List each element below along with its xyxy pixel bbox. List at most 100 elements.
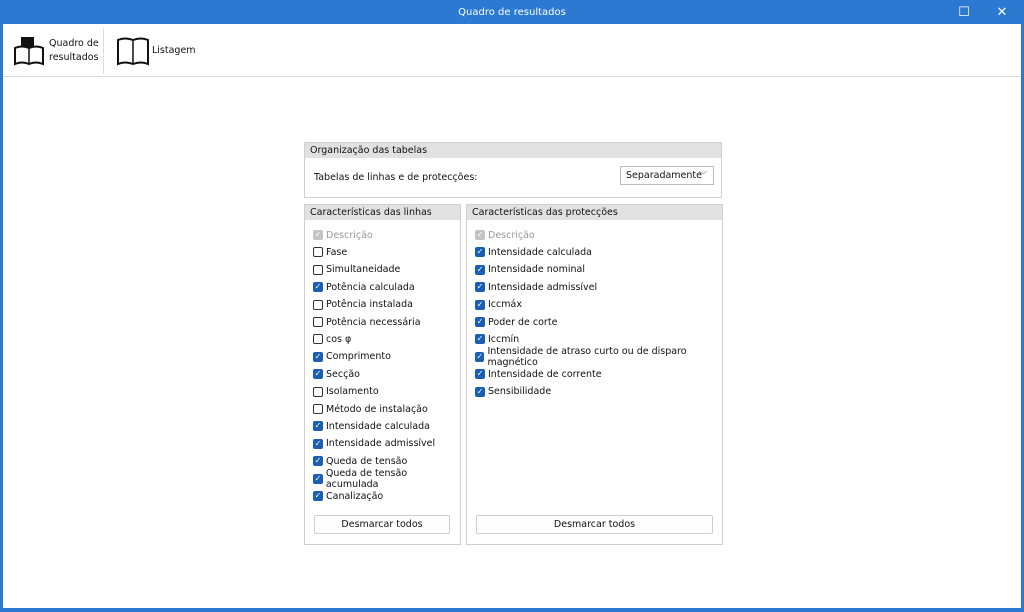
- checkbox-checked-icon[interactable]: ✓: [475, 247, 485, 258]
- checkbox-label: Fase: [326, 246, 348, 258]
- checkbox-lines-item[interactable]: Simultaneidade: [313, 263, 400, 277]
- select-value: Separadamente: [626, 170, 702, 181]
- toolbar-listagem[interactable]: Listagem: [116, 28, 196, 74]
- checkbox-checked-icon[interactable]: ✓: [475, 369, 485, 380]
- checkbox-label: Sensibilidade: [488, 386, 552, 398]
- checkbox-label: Iccmáx: [488, 299, 522, 311]
- checkbox-checked-icon[interactable]: ✓: [313, 491, 323, 501]
- checkbox-label: Descrição: [488, 229, 535, 241]
- checkbox-unchecked-icon[interactable]: [313, 299, 323, 310]
- checkbox-checked-icon[interactable]: ✓: [475, 264, 485, 275]
- checkbox-checked-icon[interactable]: ✓: [475, 299, 485, 310]
- toolbar-divider: [103, 28, 104, 74]
- checkbox-protections-item[interactable]: ✓ Iccmáx: [475, 298, 522, 312]
- checkbox-protections-item: ✓ Descrição: [475, 228, 535, 242]
- checkbox-label: cos φ: [326, 333, 352, 345]
- checkbox-checked-icon[interactable]: ✓: [313, 282, 323, 293]
- checkbox-unchecked-icon[interactable]: [313, 264, 323, 275]
- checkbox-lines-item[interactable]: ✓ Intensidade calculada: [313, 419, 430, 433]
- window-title: Quadro de resultados: [458, 7, 566, 18]
- checkbox-lines-item[interactable]: ✓ Comprimento: [313, 350, 391, 364]
- checkbox-lines-item[interactable]: cos φ: [313, 332, 351, 346]
- toolbar-label: resultados: [49, 52, 99, 63]
- checkbox-label: Potência necessária: [326, 316, 421, 328]
- checkbox-unchecked-icon[interactable]: [313, 247, 323, 258]
- checkbox-lines-item[interactable]: ✓ Canalização: [313, 489, 383, 503]
- organization-label: Tabelas de linhas e de protecções:: [314, 172, 478, 183]
- checkbox-checked-icon[interactable]: ✓: [475, 334, 485, 345]
- checkbox-lines-item[interactable]: ✓ Potência calculada: [313, 280, 415, 294]
- chevron-down-icon: ﹀: [699, 171, 707, 180]
- checkbox-checked-icon[interactable]: ✓: [313, 421, 323, 432]
- close-button[interactable]: ✕: [984, 0, 1020, 24]
- toolbar-label: Quadro de: [49, 38, 99, 49]
- checkbox-label: Intensidade de atraso curto ou de dispar…: [487, 345, 687, 368]
- checkbox-protections-item[interactable]: ✓ Intensidade calculada: [475, 245, 592, 259]
- checkbox-label: Iccmín: [488, 333, 520, 345]
- checkbox-protections-item[interactable]: ✓ Iccmín: [475, 332, 519, 346]
- organization-panel: Organização das tabelas Tabelas de linha…: [304, 142, 722, 198]
- checkbox-lines-item[interactable]: Método de instalação: [313, 402, 428, 416]
- checkbox-label: Canalização: [326, 490, 384, 502]
- checkbox-checked-icon[interactable]: ✓: [475, 386, 485, 397]
- checkbox-label: Intensidade admissível: [326, 438, 436, 450]
- checkbox-label: Simultaneidade: [326, 264, 401, 276]
- checkbox-protections-item[interactable]: ✓ Intensidade admissível: [475, 280, 597, 294]
- checkbox-checked-icon[interactable]: ✓: [475, 282, 485, 293]
- protections-uncheck-all-button[interactable]: Desmarcar todos: [476, 515, 713, 534]
- toolbar: Quadro de resultados Listagem: [3, 24, 1021, 77]
- protections-title: Características das protecções: [467, 205, 722, 220]
- checkbox-lines-item: ✓ Descrição: [313, 228, 373, 242]
- checkbox-checked-icon[interactable]: ✓: [313, 369, 323, 380]
- checkbox-lines-item[interactable]: Potência instalada: [313, 298, 413, 312]
- checkbox-label: Queda de tensão acumulada: [325, 467, 408, 490]
- checkbox-checked-icon[interactable]: ✓: [313, 438, 323, 449]
- checkbox-unchecked-icon[interactable]: [313, 317, 323, 327]
- checkbox-lines-item[interactable]: ✓ Queda de tensão: [313, 454, 407, 468]
- checkbox-checked-icon[interactable]: ✓: [313, 456, 323, 467]
- checkbox-lines-item[interactable]: ✓ Intensidade admissível: [313, 437, 435, 451]
- checkbox-label: Intensidade calculada: [326, 420, 430, 432]
- checkbox-protections-item[interactable]: ✓ Intensidade de corrente: [475, 367, 602, 381]
- toolbar-label: Listagem: [152, 45, 196, 56]
- checkbox-lines-item[interactable]: Potência necessária: [313, 315, 421, 329]
- protections-panel: Características das protecções Desmarcar…: [466, 204, 723, 545]
- open-book-icon: [117, 37, 149, 66]
- checkbox-label: Potência instalada: [326, 299, 413, 311]
- checkbox-unchecked-icon[interactable]: [313, 334, 323, 345]
- checkbox-lines-item[interactable]: ✓ Secção: [313, 367, 360, 381]
- checkbox-unchecked-icon[interactable]: [313, 404, 323, 414]
- organization-title: Organização das tabelas: [305, 143, 721, 158]
- checkbox-label: Intensidade de corrente: [488, 368, 602, 380]
- checkbox-label: Poder de corte: [488, 316, 558, 328]
- checkbox-label: Descrição: [326, 229, 373, 241]
- checkbox-label: Potência calculada: [326, 281, 415, 293]
- checkbox-label: Intensidade nominal: [488, 264, 585, 276]
- checkbox-protections-item[interactable]: ✓ Intensidade nominal: [475, 263, 585, 277]
- checkbox-protections-item[interactable]: ✓ Intensidade de atraso curto ou de dispa…: [475, 346, 722, 368]
- checkbox-label: Comprimento: [326, 351, 391, 363]
- toolbar-quadro-de-resultados[interactable]: Quadro de resultados: [13, 28, 99, 74]
- checkbox-label: Intensidade calculada: [488, 246, 592, 258]
- checkbox-lines-item[interactable]: Isolamento: [313, 385, 379, 399]
- lines-panel: Características das linhas Desmarcar tod…: [304, 204, 461, 545]
- checkbox-checked-icon[interactable]: ✓: [313, 473, 323, 484]
- checkbox-protections-item[interactable]: ✓ Poder de corte: [475, 315, 557, 329]
- lines-uncheck-all-button[interactable]: Desmarcar todos: [314, 515, 450, 534]
- tables-organization-select[interactable]: Separadamente ﹀: [620, 166, 714, 185]
- checkbox-checked-icon: ✓: [313, 230, 323, 240]
- checkbox-lines-item[interactable]: ✓ Queda de tensão acumulada: [313, 468, 460, 490]
- book-filled-icon: [14, 37, 44, 66]
- checkbox-lines-item[interactable]: Fase: [313, 245, 347, 259]
- checkbox-checked-icon[interactable]: ✓: [475, 317, 485, 327]
- checkbox-checked-icon[interactable]: ✓: [313, 351, 323, 362]
- checkbox-checked-icon[interactable]: ✓: [475, 351, 485, 362]
- client-area: Quadro de resultados Listagem Organização…: [3, 24, 1021, 608]
- close-icon: ✕: [996, 5, 1008, 20]
- lines-title: Características das linhas: [305, 205, 460, 220]
- checkbox-protections-item[interactable]: ✓ Sensibilidade: [475, 385, 551, 399]
- checkbox-unchecked-icon[interactable]: [313, 386, 323, 397]
- maximize-button[interactable]: ☐: [946, 0, 982, 24]
- checkbox-label: Secção: [326, 368, 360, 380]
- checkbox-label: Isolamento: [326, 386, 379, 398]
